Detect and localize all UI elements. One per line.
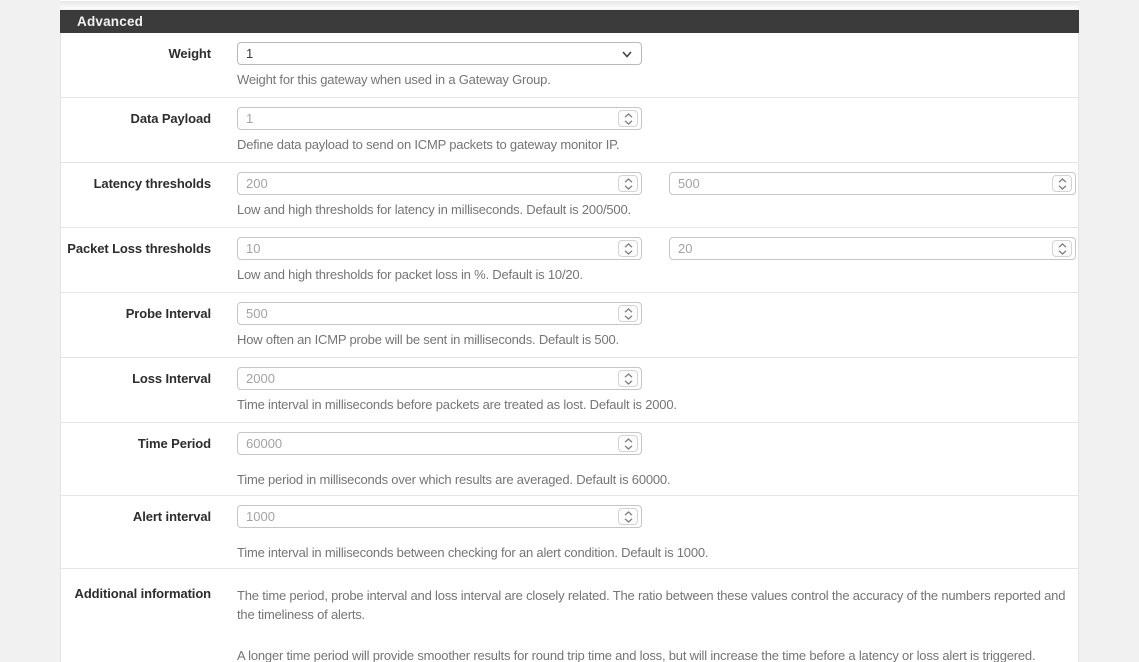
alert-interval-label: Alert interval [132, 509, 211, 524]
time-period-help-text: Time period in milliseconds over which r… [237, 472, 671, 487]
latency-high-field [669, 172, 1076, 195]
latency-thresholds-help-text: Low and high thresholds for latency in m… [237, 202, 631, 217]
weight-label: Weight [168, 46, 212, 61]
additional-information-paragraph-1: The time period, probe interval and loss… [237, 588, 1066, 622]
packet-loss-low-field [237, 237, 642, 260]
probe-interval-help-text: How often an ICMP probe will be sent in … [237, 332, 619, 347]
probe-interval-label: Probe Interval [125, 306, 211, 321]
alert-interval-field [237, 505, 642, 528]
form-row-additional-information: Additional information The time period, … [61, 569, 1078, 662]
packet-loss-high-field [669, 237, 1076, 260]
latency-low-field [237, 172, 642, 195]
panel-body: Weight 1 Weight for this gateway when us… [60, 33, 1079, 662]
latency-low-input[interactable] [237, 172, 642, 195]
number-spinner-icon[interactable] [618, 240, 638, 257]
form-row-time-period: Time Period Time period in milliseconds … [61, 423, 1078, 496]
probe-interval-field [237, 302, 642, 325]
number-spinner-icon[interactable] [618, 305, 638, 322]
weight-select-value: 1 [246, 46, 254, 61]
additional-information-paragraph-2: A longer time period will provide smooth… [237, 648, 1036, 662]
time-period-input[interactable] [237, 432, 642, 455]
alert-interval-help-text: Time interval in milliseconds between ch… [237, 545, 709, 560]
chevron-down-icon [622, 51, 632, 58]
packet-loss-high-input[interactable] [669, 237, 1076, 260]
previous-panel-edge [60, 0, 1079, 9]
time-period-label: Time Period [137, 436, 211, 451]
data-payload-help-text: Define data payload to send on ICMP pack… [237, 137, 620, 152]
weight-help-text: Weight for this gateway when used in a G… [237, 72, 551, 87]
form-row-packet-loss-thresholds: Packet Loss thresholds 10 20 Low and hig… [61, 228, 1078, 293]
form-row-data-payload: Data Payload Define data payload to send… [61, 98, 1078, 163]
data-payload-field [237, 107, 642, 130]
number-spinner-icon[interactable] [618, 370, 638, 387]
advanced-settings-page: Advanced Weight 1 Weight for this gatewa… [0, 0, 1139, 662]
latency-high-input[interactable] [669, 172, 1076, 195]
loss-interval-input[interactable] [237, 367, 642, 390]
number-spinner-icon[interactable] [618, 435, 638, 452]
packet-loss-thresholds-help-text: Low and high thresholds for packet loss … [237, 267, 583, 282]
number-spinner-icon[interactable] [618, 508, 638, 525]
panel-title: Advanced [77, 14, 144, 29]
form-row-probe-interval: Probe Interval How often an ICMP probe w… [61, 293, 1078, 358]
number-spinner-icon[interactable] [618, 175, 638, 192]
data-payload-label: Data Payload [130, 111, 212, 126]
additional-information-label: Additional information [74, 586, 212, 601]
panel-heading: Advanced [60, 10, 1079, 33]
number-spinner-icon[interactable] [1052, 240, 1072, 257]
packet-loss-low-input[interactable] [237, 237, 642, 260]
time-period-field [237, 432, 642, 455]
number-spinner-icon[interactable] [618, 110, 638, 127]
loss-interval-help-text: Time interval in milliseconds before pac… [237, 397, 677, 412]
form-row-loss-interval: Loss Interval Time interval in milliseco… [61, 358, 1078, 423]
packet-loss-thresholds-label: Packet Loss thresholds [67, 241, 211, 256]
number-spinner-icon[interactable] [1052, 175, 1072, 192]
loss-interval-label: Loss Interval [132, 371, 211, 386]
advanced-panel: Advanced Weight 1 Weight for this gatewa… [60, 10, 1079, 662]
form-row-alert-interval: Alert interval Time interval in millisec… [61, 496, 1078, 569]
data-payload-input[interactable] [237, 107, 642, 130]
alert-interval-input[interactable] [237, 505, 642, 528]
loss-interval-field [237, 367, 642, 390]
weight-select[interactable]: 1 [237, 42, 642, 65]
probe-interval-input[interactable] [237, 302, 642, 325]
form-row-weight: Weight 1 Weight for this gateway when us… [61, 33, 1078, 98]
form-row-latency-thresholds: Latency thresholds 200 500 Low and high … [61, 163, 1078, 228]
latency-thresholds-label: Latency thresholds [93, 176, 212, 191]
